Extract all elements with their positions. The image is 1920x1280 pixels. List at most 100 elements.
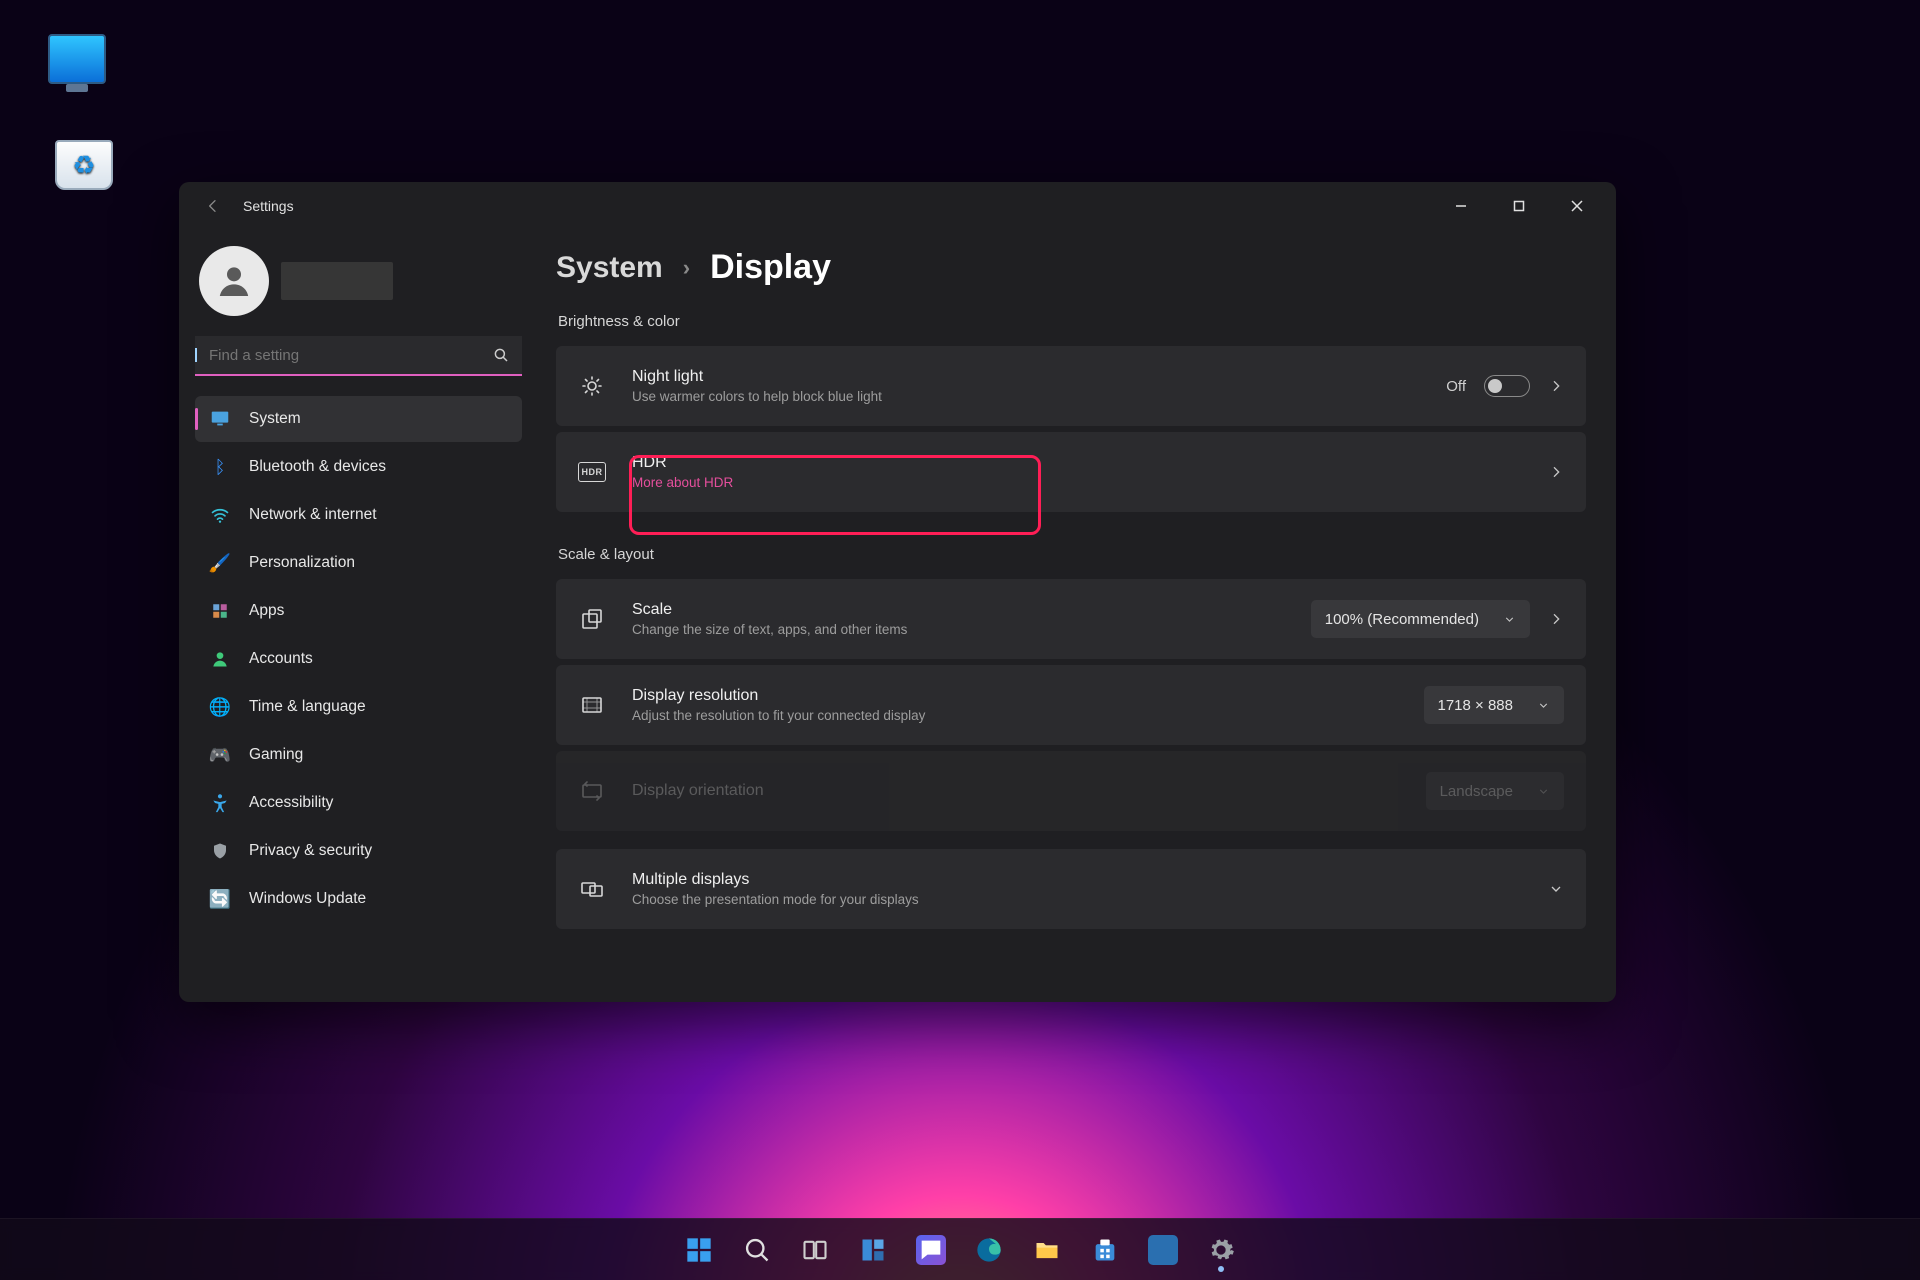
- toggle-state-label: Off: [1446, 378, 1466, 395]
- title-bar[interactable]: Settings: [179, 182, 1616, 230]
- chevron-right-icon: [1548, 464, 1564, 480]
- desktop-icon-this-pc[interactable]: [33, 34, 121, 84]
- maximize-button[interactable]: [1490, 185, 1548, 227]
- search-input[interactable]: [209, 347, 482, 364]
- setting-resolution[interactable]: Display resolution Adjust the resolution…: [556, 665, 1586, 745]
- taskbar-edge[interactable]: [965, 1226, 1013, 1274]
- sidebar-item-privacy[interactable]: Privacy & security: [195, 828, 522, 874]
- sidebar-item-accounts[interactable]: Accounts: [195, 636, 522, 682]
- taskbar-chat[interactable]: [907, 1226, 955, 1274]
- sidebar-item-network[interactable]: Network & internet: [195, 492, 522, 538]
- gear-icon: [1207, 1236, 1235, 1264]
- sidebar-item-apps[interactable]: Apps: [195, 588, 522, 634]
- recycle-bin-icon: ♻: [55, 140, 113, 190]
- search-icon: [492, 346, 510, 364]
- night-light-toggle[interactable]: [1484, 375, 1530, 397]
- taskbar-app[interactable]: [1139, 1226, 1187, 1274]
- breadcrumb-parent[interactable]: System: [556, 251, 663, 285]
- sidebar-item-system[interactable]: System: [195, 396, 522, 442]
- sidebar-item-time-language[interactable]: 🌐 Time & language: [195, 684, 522, 730]
- setting-scale[interactable]: Scale Change the size of text, apps, and…: [556, 579, 1586, 659]
- close-button[interactable]: [1548, 185, 1606, 227]
- taskbar-settings[interactable]: [1197, 1226, 1245, 1274]
- setting-subtitle: Use warmer colors to help block blue lig…: [632, 389, 1420, 404]
- app-title: Settings: [243, 198, 294, 214]
- page-title: Display: [710, 248, 831, 287]
- setting-title: Scale: [632, 601, 1285, 619]
- widgets-icon: [859, 1236, 887, 1264]
- user-name-redacted: [281, 262, 393, 300]
- monitor-icon: [209, 408, 231, 430]
- wifi-icon: [209, 504, 231, 526]
- scale-dropdown[interactable]: 100% (Recommended): [1311, 600, 1530, 638]
- section-scale-layout: Scale & layout: [558, 546, 1586, 563]
- orientation-icon: [578, 777, 606, 805]
- sidebar-item-label: System: [249, 410, 301, 428]
- taskbar-store[interactable]: [1081, 1226, 1129, 1274]
- globe-clock-icon: 🌐: [209, 696, 231, 718]
- desktop-icon-recycle-bin[interactable]: ♻: [40, 140, 128, 190]
- avatar: [199, 246, 269, 316]
- night-light-icon: [578, 372, 606, 400]
- back-arrow-icon: [205, 198, 221, 214]
- hdr-more-link[interactable]: More about HDR: [632, 475, 1522, 490]
- gamepad-icon: 🎮: [209, 744, 231, 766]
- taskbar-explorer[interactable]: [1023, 1226, 1071, 1274]
- setting-hdr[interactable]: HDR HDR More about HDR: [556, 432, 1586, 512]
- search-icon: [743, 1236, 771, 1264]
- back-button[interactable]: [197, 190, 229, 222]
- sidebar-item-label: Gaming: [249, 746, 303, 764]
- section-brightness-color: Brightness & color: [558, 313, 1586, 330]
- sidebar-item-personalization[interactable]: 🖌️ Personalization: [195, 540, 522, 586]
- minimize-button[interactable]: [1432, 185, 1490, 227]
- shield-icon: [209, 840, 231, 862]
- setting-night-light[interactable]: Night light Use warmer colors to help bl…: [556, 346, 1586, 426]
- taskbar-task-view[interactable]: [791, 1226, 839, 1274]
- sidebar-item-label: Accessibility: [249, 794, 333, 812]
- sidebar-item-label: Privacy & security: [249, 842, 372, 860]
- app-icon: [1148, 1235, 1178, 1265]
- sidebar-item-windows-update[interactable]: 🔄 Windows Update: [195, 876, 522, 922]
- monitor-icon: [48, 34, 106, 84]
- sidebar-nav: System ᛒ Bluetooth & devices Network & i…: [195, 396, 522, 922]
- sidebar-item-label: Windows Update: [249, 890, 366, 908]
- sidebar-item-label: Apps: [249, 602, 284, 620]
- edge-icon: [975, 1236, 1003, 1264]
- search-box[interactable]: [195, 336, 522, 376]
- desktop[interactable]: ♻ Settings: [0, 0, 1920, 1280]
- sidebar-item-bluetooth[interactable]: ᛒ Bluetooth & devices: [195, 444, 522, 490]
- taskbar-start[interactable]: [675, 1226, 723, 1274]
- chevron-right-icon: ›: [683, 255, 690, 281]
- chevron-down-icon: [1537, 785, 1550, 798]
- resolution-dropdown[interactable]: 1718 × 888: [1424, 686, 1565, 724]
- setting-title: Night light: [632, 368, 1420, 386]
- taskbar-widgets[interactable]: [849, 1226, 897, 1274]
- dropdown-value: Landscape: [1440, 783, 1513, 800]
- setting-subtitle: Choose the presentation mode for your di…: [632, 892, 1522, 907]
- person-icon: [209, 648, 231, 670]
- sidebar-item-label: Personalization: [249, 554, 355, 572]
- content-area: System › Display Brightness & color Nigh…: [534, 230, 1616, 1002]
- sidebar-item-accessibility[interactable]: Accessibility: [195, 780, 522, 826]
- sidebar-item-label: Accounts: [249, 650, 313, 668]
- settings-window: Settings: [179, 182, 1616, 1002]
- orientation-dropdown: Landscape: [1426, 772, 1564, 810]
- accessibility-icon: [209, 792, 231, 814]
- setting-title: Display resolution: [632, 687, 1398, 705]
- chevron-down-icon: [1548, 881, 1564, 897]
- taskbar[interactable]: [0, 1218, 1920, 1280]
- chevron-right-icon: [1548, 378, 1564, 394]
- resolution-icon: [578, 691, 606, 719]
- user-account-row[interactable]: [195, 240, 522, 322]
- chat-icon: [916, 1235, 946, 1265]
- scale-icon: [578, 605, 606, 633]
- chevron-down-icon: [1503, 613, 1516, 626]
- sidebar-item-gaming[interactable]: 🎮 Gaming: [195, 732, 522, 778]
- taskbar-search[interactable]: [733, 1226, 781, 1274]
- setting-subtitle: Change the size of text, apps, and other…: [632, 622, 1285, 637]
- setting-multiple-displays[interactable]: Multiple displays Choose the presentatio…: [556, 849, 1586, 929]
- store-icon: [1091, 1236, 1119, 1264]
- apps-icon: [209, 600, 231, 622]
- task-view-icon: [801, 1236, 829, 1264]
- breadcrumb: System › Display: [556, 248, 1586, 287]
